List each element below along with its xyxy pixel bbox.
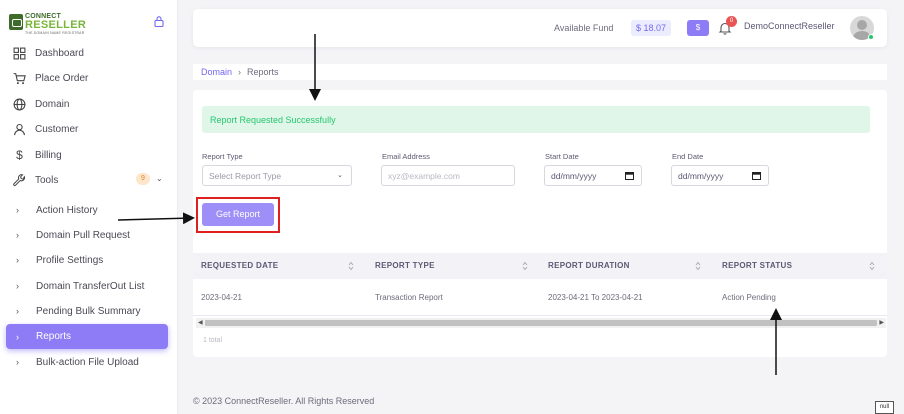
cart-icon — [13, 72, 26, 84]
table-header: REQUESTED DATE REPORT TYPE REPORT DURATI… — [193, 253, 887, 279]
add-funds-button[interactable]: $ — [687, 20, 709, 36]
scroll-right-arrow-icon[interactable]: ▶ — [879, 319, 884, 326]
sidebar-subitem-label: Reports — [36, 331, 72, 342]
calendar-icon[interactable] — [625, 171, 634, 180]
sort-icon[interactable] — [869, 261, 875, 271]
sidebar-item-dashboard[interactable]: Dashboard — [0, 41, 178, 65]
sidebar-subitem-label: Profile Settings — [36, 254, 104, 266]
sidebar-item-customer[interactable]: Customer — [0, 117, 178, 141]
notification-count-badge: 0 — [726, 16, 737, 27]
sidebar-item-label: Tools — [35, 174, 59, 186]
sidebar-item-place-order[interactable]: Place Order — [0, 66, 178, 90]
sort-icon[interactable] — [348, 261, 354, 271]
globe-icon — [13, 98, 26, 110]
sidebar-subitem-domain-transferout-list[interactable]: › Domain TransferOut List — [0, 274, 178, 298]
sidebar-item-billing[interactable]: $ Billing — [0, 143, 178, 167]
online-status-dot — [868, 34, 874, 40]
sidebar-subitem-label: Action History — [36, 204, 98, 216]
horizontal-scrollbar[interactable]: ◀ ▶ — [196, 318, 886, 328]
sidebar-subitem-bulk-action-file-upload[interactable]: › Bulk-action File Upload — [0, 350, 178, 374]
sort-icon[interactable] — [695, 261, 701, 271]
success-alert-message: Report Requested Successfully — [210, 114, 336, 125]
sidebar-subitem-pending-bulk-summary[interactable]: › Pending Bulk Summary — [0, 299, 178, 323]
logo-mark-icon — [9, 14, 23, 30]
cell-requested-date: 2023-04-21 — [201, 293, 242, 302]
email-field[interactable]: xyz@example.com — [381, 165, 515, 186]
start-date-value: dd/mm/yyyy — [551, 170, 597, 181]
user-name[interactable]: DemoConnectReseller — [744, 21, 835, 31]
end-date-value: dd/mm/yyyy — [678, 170, 724, 181]
table-total-count: 1 total — [203, 337, 223, 344]
report-type-select[interactable]: Select Report Type ⌄ — [202, 165, 352, 186]
chevron-right-icon: › — [16, 306, 19, 316]
sidebar-item-label: Domain — [35, 98, 70, 110]
column-header-report-status[interactable]: REPORT STATUS — [722, 253, 792, 279]
sidebar-item-label: Place Order — [35, 72, 89, 84]
brand-tagline: THE DOMAIN NAME REGISTRAR — [25, 31, 85, 35]
dollar-icon: $ — [16, 148, 23, 162]
brand-line2: RESELLER — [25, 19, 87, 31]
sidebar-item-label: Billing — [35, 149, 62, 161]
column-header-requested-date[interactable]: REQUESTED DATE — [201, 253, 278, 279]
available-fund-label: Available Fund — [554, 23, 614, 33]
report-type-label: Report Type — [202, 152, 243, 161]
calendar-icon[interactable] — [752, 171, 761, 180]
chevron-down-icon: ⌄ — [156, 174, 163, 183]
chevron-right-icon: › — [16, 230, 19, 240]
scrollbar-thumb[interactable] — [205, 320, 877, 326]
end-date-label: End Date — [672, 152, 704, 161]
sidebar-subitem-label: Pending Bulk Summary — [36, 305, 141, 317]
breadcrumb-link-domain[interactable]: Domain — [201, 67, 232, 77]
end-date-input[interactable]: dd/mm/yyyy — [671, 165, 769, 186]
column-header-report-duration[interactable]: REPORT DURATION — [548, 253, 630, 279]
sidebar-item-label: Dashboard — [35, 47, 84, 59]
footer-copyright: © 2023 ConnectReseller. All Rights Reser… — [193, 396, 375, 406]
grid-icon — [13, 47, 26, 59]
chevron-right-icon: › — [16, 331, 19, 342]
cell-report-duration: 2023-04-21 To 2023-04-21 — [548, 293, 643, 302]
sidebar-subitem-label: Domain TransferOut List — [36, 280, 145, 292]
sort-icon[interactable] — [522, 261, 528, 271]
breadcrumb: Domain › Reports — [193, 64, 887, 80]
chevron-right-icon: › — [16, 205, 19, 215]
brand-logo[interactable]: CONNECT RESELLER THE DOMAIN NAME REGISTR… — [9, 12, 89, 35]
chevron-right-icon: › — [16, 255, 19, 265]
get-report-button[interactable]: Get Report — [202, 203, 274, 226]
available-fund-value: $ 18.07 — [631, 20, 672, 36]
chevron-down-icon: ⌄ — [337, 172, 343, 179]
sidebar-item-tools[interactable]: Tools 9 ⌄ — [0, 168, 178, 192]
sidebar-item-label: Customer — [35, 123, 79, 135]
sidebar-subitem-profile-settings[interactable]: › Profile Settings — [0, 248, 178, 272]
report-type-placeholder: Select Report Type — [209, 170, 282, 181]
sidebar-subitem-action-history[interactable]: › Action History — [0, 198, 178, 222]
tools-count-badge: 9 — [136, 173, 150, 185]
top-navbar: Available Fund $ 18.07 $ 0 DemoConnectRe… — [193, 9, 887, 47]
sidebar-subitem-reports[interactable]: › Reports — [6, 324, 168, 349]
wrench-icon — [13, 173, 26, 186]
user-icon — [14, 123, 25, 135]
column-header-report-type[interactable]: REPORT TYPE — [375, 253, 435, 279]
email-label: Email Address — [382, 152, 430, 161]
sidebar: CONNECT RESELLER THE DOMAIN NAME REGISTR… — [0, 0, 178, 414]
scroll-left-arrow-icon[interactable]: ◀ — [198, 319, 203, 326]
null-indicator: null — [875, 401, 894, 414]
chevron-right-icon: › — [16, 357, 19, 367]
sidebar-subitem-domain-pull-request[interactable]: › Domain Pull Request — [0, 223, 178, 247]
reports-card: Report Requested Successfully Report Typ… — [193, 90, 887, 357]
email-placeholder: xyz@example.com — [388, 170, 460, 181]
table-row-divider — [193, 315, 887, 316]
cell-report-status: Action Pending — [722, 293, 776, 302]
start-date-input[interactable]: dd/mm/yyyy — [544, 165, 642, 186]
success-alert: Report Requested Successfully — [202, 106, 870, 133]
chevron-right-icon: › — [16, 281, 19, 291]
sidebar-item-domain[interactable]: Domain — [0, 92, 178, 116]
lock-icon[interactable] — [153, 15, 165, 27]
sidebar-subitem-label: Bulk-action File Upload — [36, 356, 139, 368]
start-date-label: Start Date — [545, 152, 579, 161]
sidebar-subitem-label: Domain Pull Request — [36, 229, 130, 241]
breadcrumb-separator: › — [238, 67, 242, 77]
cell-report-type: Transaction Report — [375, 293, 443, 302]
breadcrumb-current: Reports — [247, 67, 279, 77]
